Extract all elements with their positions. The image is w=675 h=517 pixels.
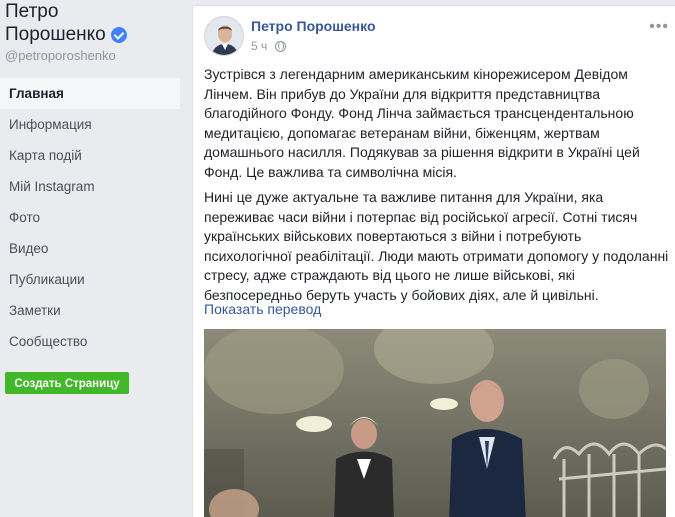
avatar-portrait-icon xyxy=(205,17,243,55)
more-options-icon[interactable]: ••• xyxy=(649,18,669,36)
left-sidebar: Петро Порошенко @petroporoshenko Главная… xyxy=(0,0,180,517)
sidebar-item-photos[interactable]: Фото xyxy=(0,202,180,233)
page-name[interactable]: Петро Порошенко xyxy=(5,0,175,46)
page-name-line2: Порошенко xyxy=(5,24,106,45)
page-name-line2-row: Порошенко xyxy=(5,23,127,46)
sidebar-item-home[interactable]: Главная xyxy=(0,78,180,109)
photo-scene-image xyxy=(204,329,666,517)
post-photo[interactable] xyxy=(204,329,666,517)
create-page-button[interactable]: Создать Страницу xyxy=(5,372,129,394)
sidebar-item-posts[interactable]: Публикации xyxy=(0,264,180,295)
sidebar-item-community[interactable]: Сообщество xyxy=(0,326,180,357)
post-body: Зустрівся з легендарним американським кі… xyxy=(204,65,669,311)
post-timestamp[interactable]: 5 ч xyxy=(251,39,267,53)
sidebar-item-instagram[interactable]: Мій Instagram xyxy=(0,171,180,202)
post-card: Петро Порошенко 5 ч ••• Зустрівся з леге… xyxy=(192,5,675,517)
sidebar-item-events-map[interactable]: Карта подій xyxy=(0,140,180,171)
page-name-line1: Петро xyxy=(5,1,59,22)
sidebar-nav: Главная Информация Карта подій Мій Insta… xyxy=(0,78,180,357)
sidebar-item-notes[interactable]: Заметки xyxy=(0,295,180,326)
post-author-name[interactable]: Петро Порошенко xyxy=(251,18,376,34)
sidebar-item-videos[interactable]: Видео xyxy=(0,233,180,264)
author-avatar[interactable] xyxy=(204,16,244,56)
sidebar-item-about[interactable]: Информация xyxy=(0,109,180,140)
page-handle[interactable]: @petroporoshenko xyxy=(5,48,116,63)
show-translation-link[interactable]: Показать перевод xyxy=(204,301,321,317)
public-globe-icon xyxy=(275,40,287,52)
post-paragraph-2: Нині це дуже актуальне та важливе питанн… xyxy=(204,189,669,303)
post-paragraph-1: Зустрівся з легендарним американським кі… xyxy=(204,66,640,180)
verified-badge-icon xyxy=(110,26,127,43)
post-meta: 5 ч xyxy=(251,39,287,53)
